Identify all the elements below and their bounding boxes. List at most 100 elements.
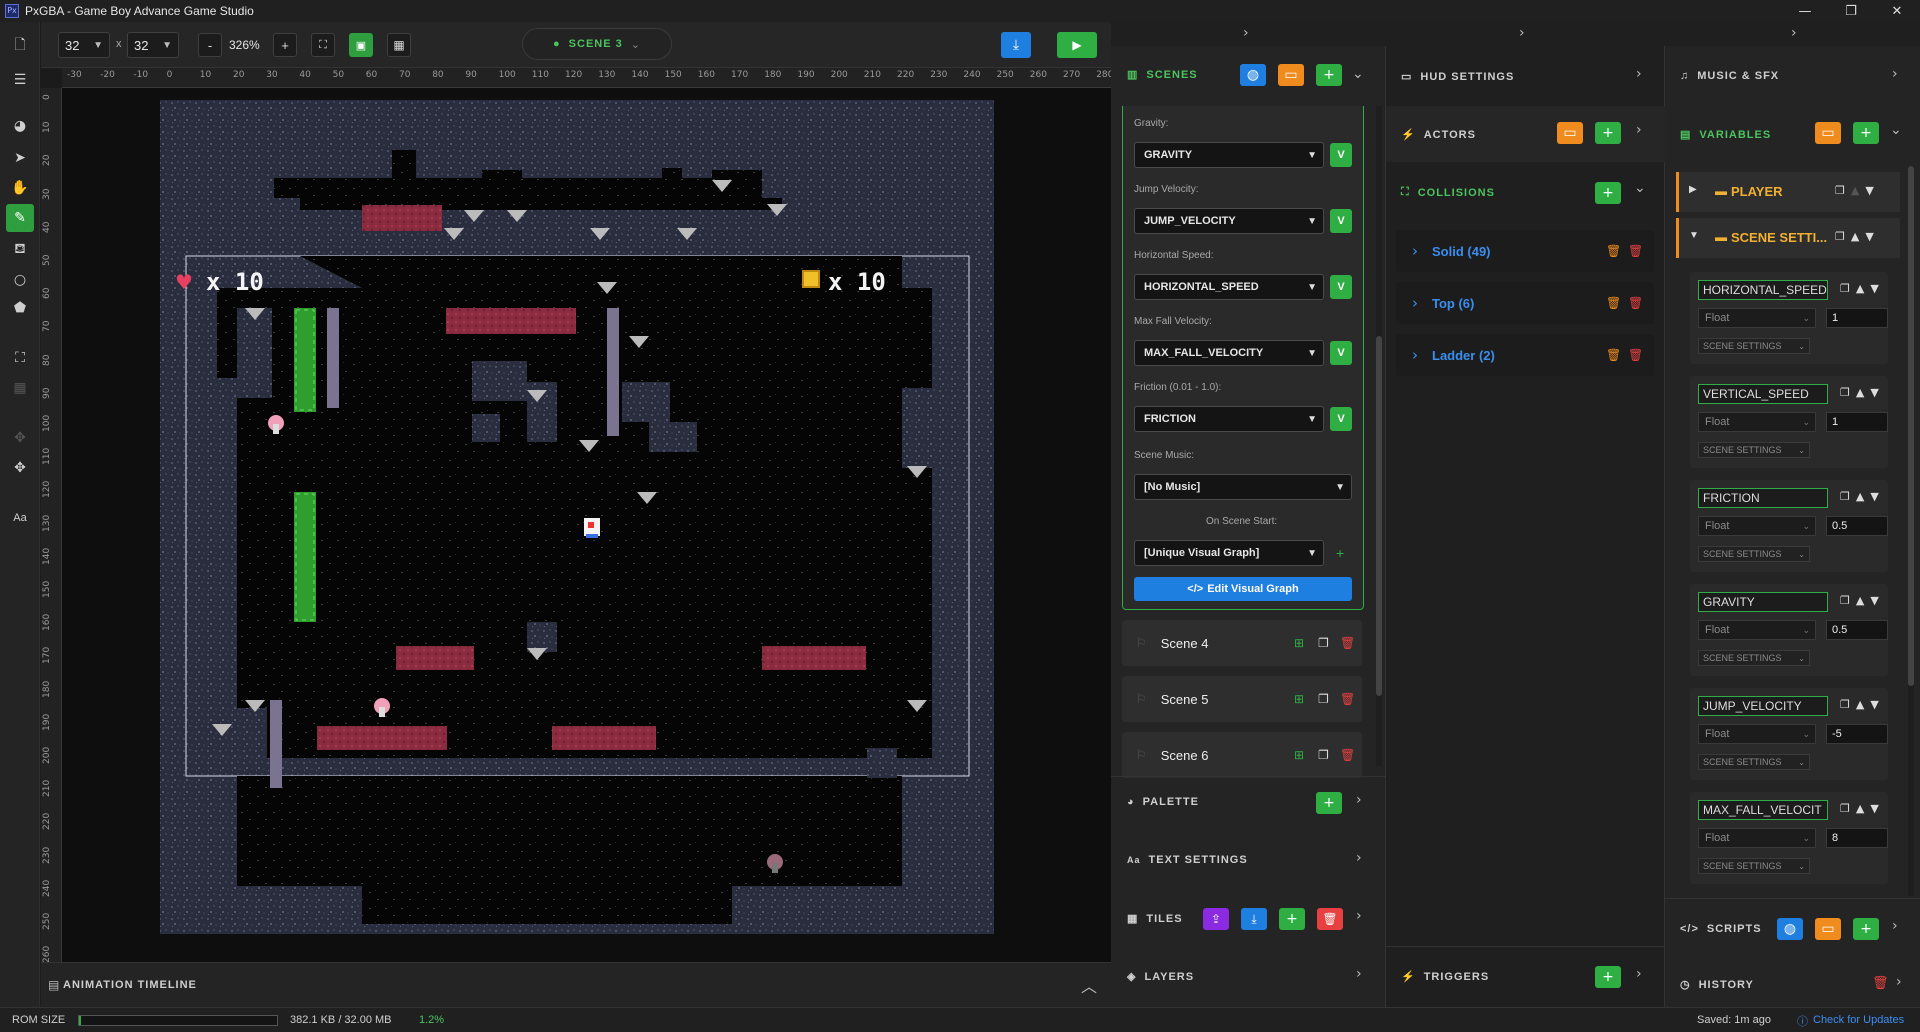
variable-toggle-button[interactable]: V <box>1330 209 1352 233</box>
field-select[interactable]: HORIZONTAL_SPEED ▼ <box>1134 274 1324 300</box>
variable-actions-icons[interactable]: ❐▲▼ <box>1840 490 1885 503</box>
variable-value-input[interactable]: 1 <box>1826 412 1888 432</box>
group-scene-settings[interactable]: ▼ ▬ SCENE SETTI... ❐▲▼ <box>1676 218 1900 258</box>
variable-category-select[interactable]: SCENE SETTINGS ⌄ <box>1698 546 1810 562</box>
add-collision-button[interactable]: + <box>1595 182 1621 204</box>
add-tile-button[interactable]: + <box>1279 908 1305 930</box>
variables-header[interactable]: ▤ VARIABLES <box>1680 128 1771 142</box>
settings-sliders-icon[interactable]: ☰ <box>6 66 34 94</box>
folder-icon[interactable]: ▭ <box>1557 122 1583 144</box>
chevron-down-icon[interactable]: ⌄ <box>1634 180 1646 196</box>
variable-value-input[interactable]: 8 <box>1826 828 1888 848</box>
variable-name-field[interactable]: VERTICAL_SPEED <box>1698 384 1828 404</box>
add-variable-button[interactable]: + <box>1853 122 1879 144</box>
fill-bucket-icon[interactable]: ⛾ <box>6 236 34 264</box>
text-settings-header[interactable]: Aa TEXT SETTINGS <box>1127 854 1248 866</box>
chevron-up-icon[interactable]: ︿ <box>1081 973 1097 997</box>
collisions-header[interactable]: ⛶ COLLISIONS <box>1401 186 1495 199</box>
tiles-header[interactable]: ▦ TILES <box>1127 912 1183 926</box>
variable-value-input[interactable]: 0.5 <box>1826 620 1888 640</box>
chevron-right-icon[interactable]: › <box>1412 346 1418 364</box>
variable-toggle-button[interactable]: V <box>1330 275 1352 299</box>
on-start-select[interactable]: [Unique Visual Graph] ▼ <box>1134 540 1324 566</box>
trash-icon[interactable]: 🗑 <box>1628 296 1643 310</box>
chevron-right-icon[interactable]: › <box>1636 122 1642 138</box>
variable-toggle-button[interactable]: V <box>1330 407 1352 431</box>
trash-icon[interactable]: 🗑 <box>1628 348 1643 362</box>
import-icon[interactable]: ⤓ <box>1241 908 1267 930</box>
chevron-right-icon[interactable]: › <box>1896 974 1902 990</box>
chevron-right-icon[interactable]: › <box>1243 25 1249 41</box>
variable-type-select[interactable]: Float ⌄ <box>1698 828 1816 848</box>
variable-category-select[interactable]: SCENE SETTINGS ⌄ <box>1698 650 1810 666</box>
tile-width-select[interactable]: 32 ▼ <box>58 32 110 58</box>
history-header[interactable]: ◷ HISTORY <box>1680 978 1754 992</box>
actors-header[interactable]: ⚡ ACTORS <box>1401 128 1476 142</box>
chevron-right-icon[interactable]: › <box>1519 25 1525 41</box>
collision-item[interactable]: › Top (6) 🗑 🗑 <box>1396 282 1654 324</box>
scene-row[interactable]: ⚐ Scene 5 ⊞ ❐ 🗑 <box>1122 676 1362 722</box>
group-player[interactable]: ▶ ▬ PLAYER ❐▲▼ <box>1676 172 1900 212</box>
scene-row[interactable]: ⚐ Scene 4 ⊞ ❐ 🗑 <box>1122 620 1362 666</box>
variable-type-select[interactable]: Float ⌄ <box>1698 724 1816 744</box>
trash-icon[interactable]: 🗑 <box>1606 244 1621 258</box>
variables-scrollbar[interactable] <box>1908 166 1914 896</box>
trash-icon[interactable]: 🗑 <box>1340 636 1355 650</box>
close-icon[interactable]: ✕ <box>1874 0 1920 22</box>
variable-actions-icons[interactable]: ❐▲▼ <box>1840 698 1885 711</box>
chevron-right-icon[interactable]: › <box>1412 242 1418 260</box>
variable-category-select[interactable]: SCENE SETTINGS ⌄ <box>1698 858 1810 874</box>
hud-settings-header[interactable]: ▭ HUD SETTINGS <box>1401 70 1514 84</box>
field-select[interactable]: MAX_FALL_VELOCITY ▼ <box>1134 340 1324 366</box>
scene-music-select[interactable]: [No Music] ▼ <box>1134 474 1352 500</box>
variable-name-field[interactable]: FRICTION <box>1698 488 1828 508</box>
add-scene-button[interactable]: + <box>1316 64 1342 86</box>
gamepad-icon[interactable]: ⊞ <box>1294 636 1304 650</box>
variable-category-select[interactable]: SCENE SETTINGS ⌄ <box>1698 754 1810 770</box>
copy-icon[interactable]: ❐ <box>1318 748 1329 762</box>
field-select[interactable]: JUMP_VELOCITY ▼ <box>1134 208 1324 234</box>
variable-value-input[interactable]: 1 <box>1826 308 1888 328</box>
add-palette-button[interactable]: + <box>1316 792 1342 814</box>
variable-type-select[interactable]: Float ⌄ <box>1698 620 1816 640</box>
group-actions-icons[interactable]: ❐▲▼ <box>1835 230 1880 243</box>
folder-icon[interactable]: ▭ <box>1815 122 1841 144</box>
new-file-icon[interactable]: 🗋 <box>6 32 34 60</box>
variable-type-select[interactable]: Float ⌄ <box>1698 308 1816 328</box>
chevron-right-icon[interactable]: › <box>1356 792 1362 808</box>
variable-value-input[interactable]: -5 <box>1826 724 1888 744</box>
export-download-icon[interactable]: ⤓ <box>1001 32 1031 58</box>
collision-item[interactable]: › Ladder (2) 🗑 🗑 <box>1396 334 1654 376</box>
stamp-icon[interactable]: ⬟ <box>6 294 34 322</box>
scripts-header[interactable]: </> SCRIPTS <box>1680 923 1762 935</box>
copy-icon[interactable]: ❐ <box>1318 692 1329 706</box>
add-script-button[interactable]: + <box>1853 918 1879 940</box>
chevron-right-icon[interactable]: › <box>1356 850 1362 866</box>
move-dim-icon[interactable]: ✥ <box>6 424 34 452</box>
zoom-out-button[interactable]: - <box>198 33 222 57</box>
grid-select-icon[interactable]: ▦ <box>6 374 34 402</box>
add-trigger-button[interactable]: + <box>1595 966 1621 988</box>
variable-category-select[interactable]: SCENE SETTINGS ⌄ <box>1698 442 1810 458</box>
trash-icon[interactable]: 🗑 <box>1340 748 1355 762</box>
circle-icon[interactable]: ○ <box>6 266 34 294</box>
trash-icon[interactable]: 🗑 <box>1340 692 1355 706</box>
move-icon[interactable]: ✥ <box>6 454 34 482</box>
variable-name-field[interactable]: MAX_FALL_VELOCIT <box>1698 800 1828 820</box>
variable-actions-icons[interactable]: ❐▲▼ <box>1840 594 1885 607</box>
variable-actions-icons[interactable]: ❐▲▼ <box>1840 282 1885 295</box>
grid-toggle-icon[interactable]: ▦ <box>387 33 411 57</box>
trash-icon[interactable]: 🗑 <box>1628 244 1643 258</box>
chevron-right-icon[interactable]: › <box>1356 966 1362 982</box>
layers-header[interactable]: ◈ LAYERS <box>1127 970 1194 984</box>
level-map[interactable] <box>62 88 1111 962</box>
folder-icon[interactable]: ▭ <box>1278 64 1304 86</box>
gamepad-icon[interactable]: ⊞ <box>1294 692 1304 706</box>
globe-icon[interactable]: ◍ <box>1240 64 1266 86</box>
variable-name-field[interactable]: HORIZONTAL_SPEED <box>1698 280 1828 300</box>
edit-visual-graph-button[interactable]: </> Edit Visual Graph <box>1134 577 1352 601</box>
variable-type-select[interactable]: Float ⌄ <box>1698 516 1816 536</box>
variable-name-field[interactable]: JUMP_VELOCITY <box>1698 696 1828 716</box>
field-select[interactable]: GRAVITY ▼ <box>1134 142 1324 168</box>
chevron-down-icon[interactable]: ⌄ <box>1890 122 1902 138</box>
